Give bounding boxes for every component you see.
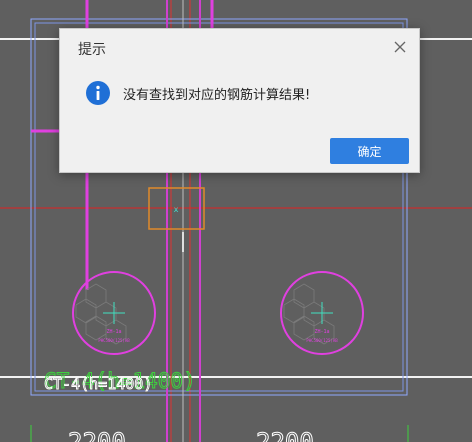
dimension-left: 2200 — [68, 428, 126, 442]
column-marker: x — [174, 205, 179, 214]
pile-left-label-bottom: PHC500(125)AB — [98, 338, 130, 343]
close-icon[interactable] — [391, 38, 409, 56]
info-icon — [86, 81, 110, 105]
info-dialog: 提示 没有查找到对应的钢筋计算结果! 确定 — [59, 28, 420, 173]
dimension-right: 2200 — [256, 428, 314, 442]
dialog-message: 没有查找到对应的钢筋计算结果! — [123, 88, 311, 103]
pile-right-label-top: ZH-1a — [314, 329, 329, 335]
pile-left-label-top: ZH-1a — [106, 329, 121, 335]
cap-label-white: CT-4(h=1400) — [44, 375, 152, 393]
dialog-title: 提示 — [78, 42, 106, 58]
ok-button[interactable]: 确定 — [330, 138, 409, 164]
pile-right-label-bottom: PHC500(125)AB — [306, 338, 338, 343]
